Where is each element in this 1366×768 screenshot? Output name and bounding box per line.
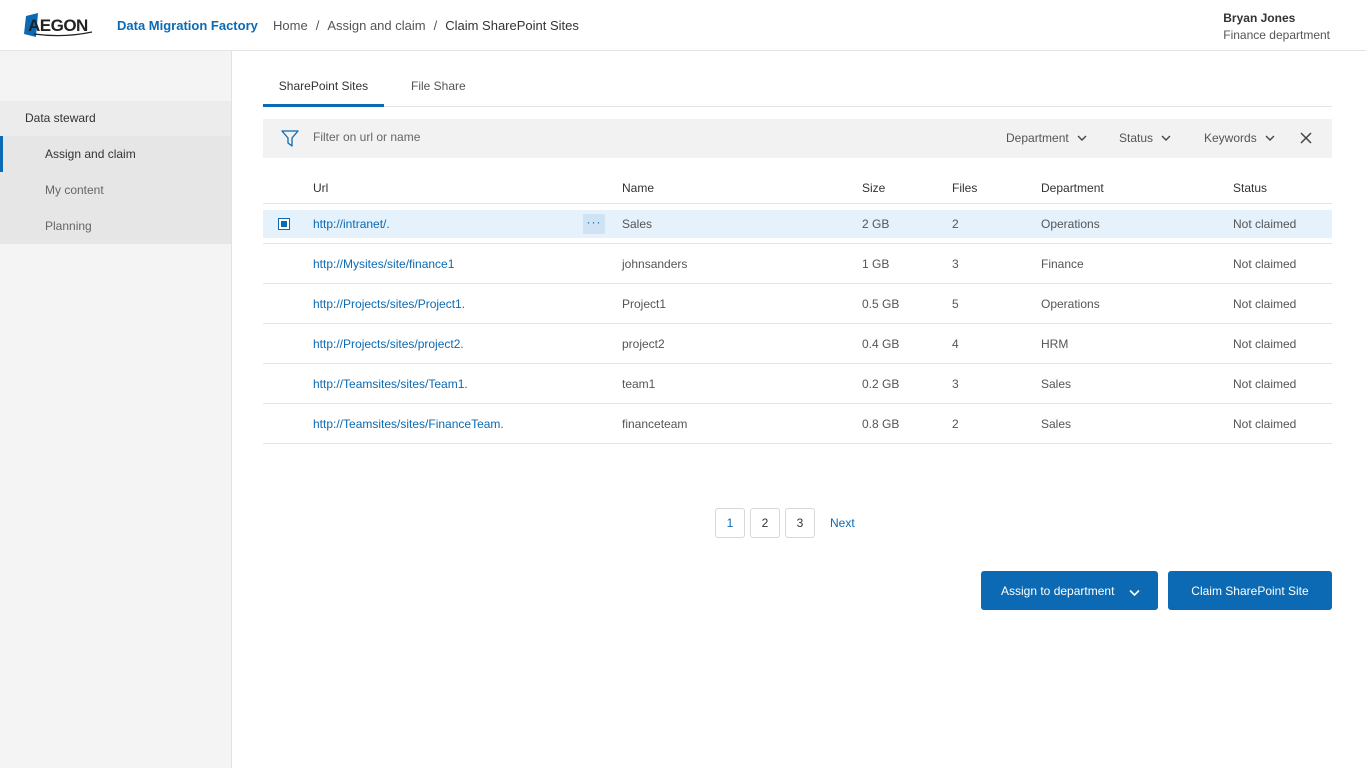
table-row[interactable]: http://Projects/sites/Project1. Project1… [263,284,1332,324]
user-info[interactable]: Bryan Jones Finance department [1223,11,1330,42]
row-status: Not claimed [1233,297,1297,311]
close-icon[interactable] [1299,131,1313,148]
row-size: 1 GB [862,257,890,271]
column-header-name[interactable]: Name [622,181,654,195]
row-status: Not claimed [1233,417,1297,431]
checkbox-icon[interactable] [278,218,290,230]
chevron-down-icon [1077,131,1087,145]
claim-button-label: Claim SharePoint Site [1191,583,1309,598]
row-status: Not claimed [1233,257,1297,271]
row-name: johnsanders [622,257,688,271]
row-name: project2 [622,337,665,351]
row-files: 5 [952,297,959,311]
row-size: 0.4 GB [862,337,900,351]
table-row[interactable]: http://Mysites/site/finance1 johnsanders… [263,244,1332,284]
column-header-files[interactable]: Files [952,181,977,195]
sidebar-section-data-steward: Data steward Assign and claim My content… [0,101,231,244]
more-icon[interactable]: ··· [583,214,605,234]
sidebar-heading[interactable]: Data steward [0,101,231,136]
table-header: Url Name Size Files Department Status [263,170,1332,204]
page-button-2[interactable]: 2 [750,508,780,538]
row-department: Operations [1041,217,1100,231]
table-row[interactable]: http://Teamsites/sites/FinanceTeam. fina… [263,404,1332,444]
app-header: AEGON Data Migration Factory Home / Assi… [0,0,1366,51]
row-department: Sales [1041,377,1072,391]
breadcrumb-assign-and-claim[interactable]: Assign and claim [327,18,425,33]
row-name: financeteam [622,417,688,431]
row-url-link[interactable]: http://Mysites/site/finance1 [313,257,454,271]
row-department: Sales [1041,417,1072,431]
department-dropdown[interactable]: Department [1006,131,1087,145]
row-status: Not claimed [1233,377,1297,391]
row-name: Project1 [622,297,667,311]
next-page-link[interactable]: Next [830,516,855,530]
tab-sharepoint-sites[interactable]: SharePoint Sites [263,73,384,107]
table-row[interactable]: http://Projects/sites/project2. project2… [263,324,1332,364]
row-name: Sales [622,217,653,231]
row-size: 0.2 GB [862,377,900,391]
breadcrumb-home[interactable]: Home [273,18,308,33]
filter-input[interactable]: Filter on url or name [313,130,420,144]
assign-button-label: Assign to department [1001,583,1115,598]
breadcrumb-separator: / [315,18,320,33]
user-department: Finance department [1223,28,1330,42]
table-row[interactable]: http://intranet/. ··· Sales 2 GB 2 Opera… [263,210,1332,238]
claim-sharepoint-site-button[interactable]: Claim SharePoint Site [1168,571,1332,610]
sidebar-item-my-content[interactable]: My content [0,172,231,208]
svg-text:AEGON: AEGON [28,16,88,35]
row-url-link[interactable]: http://Teamsites/sites/FinanceTeam. [313,417,504,431]
row-url-link[interactable]: http://Projects/sites/project2. [313,337,464,351]
department-dropdown-label: Department [1006,131,1069,145]
chevron-down-icon [1265,131,1275,145]
keywords-dropdown[interactable]: Keywords [1204,131,1275,145]
breadcrumb-current: Claim SharePoint Sites [445,18,579,33]
row-files: 3 [952,257,959,271]
table-row[interactable]: http://Teamsites/sites/Team1. team1 0.2 … [263,364,1332,404]
row-size: 0.5 GB [862,297,900,311]
chevron-down-icon [1161,131,1171,145]
page-button-1[interactable]: 1 [715,508,745,538]
row-url-link[interactable]: http://Projects/sites/Project1. [313,297,465,311]
assign-to-department-button[interactable]: Assign to department [981,571,1158,610]
row-department: Operations [1041,297,1100,311]
column-header-size[interactable]: Size [862,181,885,195]
row-files: 4 [952,337,959,351]
row-size: 2 GB [862,217,890,231]
column-header-url[interactable]: Url [313,181,328,195]
column-header-department[interactable]: Department [1041,181,1104,195]
row-status: Not claimed [1233,217,1297,231]
tab-file-share[interactable]: File Share [411,73,466,107]
row-department: HRM [1041,337,1069,351]
row-department: Finance [1041,257,1084,271]
aegon-logo[interactable]: AEGON [24,12,96,38]
status-dropdown-label: Status [1119,131,1154,145]
status-dropdown[interactable]: Status [1119,131,1171,145]
sidebar-item-assign-and-claim[interactable]: Assign and claim [0,136,231,172]
sidebar-item-planning[interactable]: Planning [0,208,231,244]
user-name: Bryan Jones [1223,11,1296,25]
row-files: 2 [952,417,959,431]
breadcrumb: Home / Assign and claim / Claim SharePoi… [273,18,579,33]
sidebar: Data steward Assign and claim My content… [0,51,232,768]
sites-table: Url Name Size Files Department Status ht… [263,170,1332,444]
column-header-status[interactable]: Status [1233,181,1267,195]
breadcrumb-separator: / [433,18,438,33]
page-button-3[interactable]: 3 [785,508,815,538]
tab-bar: SharePoint Sites File Share [263,73,1332,107]
row-files: 3 [952,377,959,391]
filter-bar: Filter on url or name Department Status … [263,119,1332,158]
row-url-link[interactable]: http://Teamsites/sites/Team1. [313,377,468,391]
chevron-down-icon [1129,586,1140,600]
row-status: Not claimed [1233,337,1297,351]
app-title[interactable]: Data Migration Factory [117,18,258,33]
row-name: team1 [622,377,656,391]
row-files: 2 [952,217,959,231]
pagination: 1 2 3 Next [715,508,855,538]
row-size: 0.8 GB [862,417,900,431]
row-url-link[interactable]: http://intranet/. [313,217,390,231]
filter-icon[interactable] [281,130,299,150]
keywords-dropdown-label: Keywords [1204,131,1257,145]
